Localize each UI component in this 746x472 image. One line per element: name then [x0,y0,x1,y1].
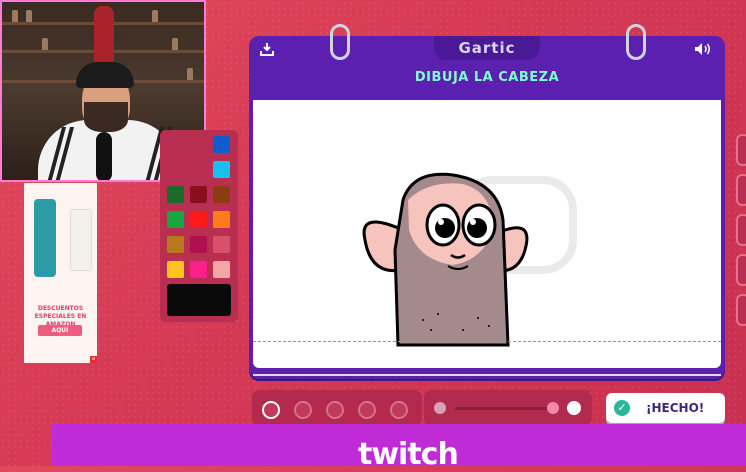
microphone [96,132,112,180]
side-tab[interactable] [736,254,746,286]
opacity-slider-thumb[interactable] [547,402,559,414]
drawing-canvas[interactable] [253,100,721,368]
color-swatch[interactable] [190,261,207,278]
selected-color [167,284,231,316]
canvas-guide-line [253,341,721,342]
color-swatch[interactable] [213,261,230,278]
color-palette [160,130,238,322]
color-swatch[interactable] [167,186,184,203]
color-swatch[interactable] [190,186,207,203]
opacity-slider-track[interactable] [455,407,555,410]
opacity-min-icon [434,402,446,414]
product-bottle [70,209,92,271]
color-swatch[interactable] [213,211,230,228]
notebook-ring [626,24,646,60]
color-swatch[interactable] [167,236,184,253]
side-tab[interactable] [736,134,746,166]
notebook-ring [330,24,350,60]
check-icon: ✓ [614,400,630,416]
color-swatch[interactable] [213,236,230,253]
product-bottle [34,199,56,277]
color-swatch[interactable] [213,161,230,178]
notebook-page-edge [253,366,721,376]
drawing [362,172,577,347]
done-button-label: ¡HECHO! [646,401,705,415]
done-button[interactable]: ✓ ¡HECHO! [606,393,725,423]
brush-size-option[interactable] [294,401,312,419]
color-swatch[interactable] [167,261,184,278]
opacity-max-icon [567,401,581,415]
gartic-logo: Gartic [434,36,540,60]
color-swatch[interactable] [213,136,230,153]
speaker-icon[interactable] [694,42,712,56]
brush-size-option[interactable] [390,401,408,419]
brush-size-option[interactable] [262,401,280,419]
color-swatch[interactable] [213,186,230,203]
amazon-icon: a [90,356,97,363]
brush-size-option[interactable] [358,401,376,419]
color-swatch[interactable] [167,211,184,228]
drawing-prompt: DIBUJA LA CABEZA [414,70,560,85]
ad-cta-button[interactable]: AQUÍ [38,325,82,336]
side-tab[interactable] [736,174,746,206]
color-swatch[interactable] [190,211,207,228]
side-tab[interactable] [736,294,746,326]
advertisement[interactable]: DESCUENTOS ESPECIALES EN AMAZON AQUÍ a [24,183,97,363]
twitch-logo: twitch [358,437,459,472]
brush-size-option[interactable] [326,401,344,419]
color-swatch[interactable] [190,236,207,253]
side-tab[interactable] [736,214,746,246]
download-icon[interactable] [260,42,274,56]
